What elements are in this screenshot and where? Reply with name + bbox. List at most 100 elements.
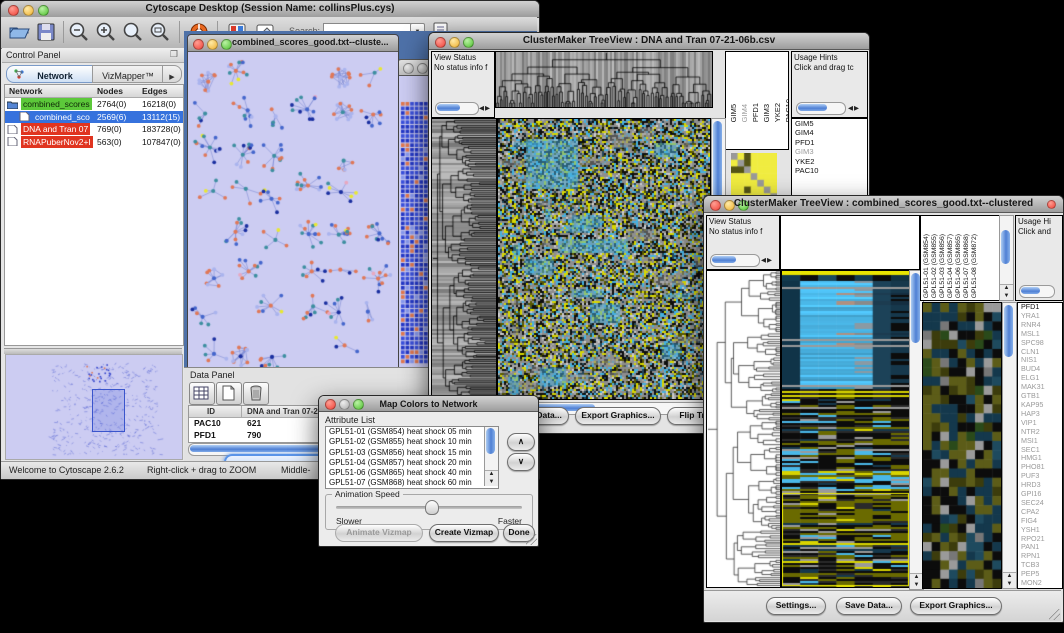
list-item[interactable]: GPL51-04 (GSM857) heat shock 20 min <box>326 458 498 468</box>
treeview2-title: ClusterMaker TreeView : combined_scores_… <box>718 198 1049 209</box>
create-vizmap-button[interactable]: Create Vizmap <box>429 524 499 542</box>
col-header-network[interactable]: Network <box>9 86 43 96</box>
network-graph-view[interactable] <box>188 52 396 367</box>
tv2-zoom-vscrollbar[interactable]: ▲▼ <box>1002 302 1017 589</box>
tv2-zoom-heatmap[interactable] <box>922 302 1002 589</box>
column-label[interactable]: PFD1 <box>751 103 760 122</box>
col-header-nodes[interactable]: Nodes <box>97 86 123 96</box>
treeview2-titlebar[interactable]: ClusterMaker TreeView : combined_scores_… <box>704 196 1063 213</box>
tv1-column-dendrogram[interactable] <box>495 51 713 108</box>
network-name[interactable]: RNAPuberNov2+I <box>21 136 93 148</box>
move-down-button[interactable]: ∨ <box>507 453 535 471</box>
network-table-row[interactable]: DNA and Tran 07769(0)183728(0) <box>5 123 183 136</box>
tv1-hints-scrollbar[interactable] <box>796 102 846 115</box>
column-label[interactable]: GPL51-04 (GSM857) <box>947 234 954 298</box>
netwin-zoom-button[interactable] <box>221 39 232 50</box>
save-icon[interactable] <box>34 20 58 44</box>
list-item[interactable]: PFD1 <box>792 138 867 147</box>
attribute-list[interactable]: GPL51-01 (GSM854) heat shock 05 minGPL51… <box>325 426 499 489</box>
speed-slider-thumb[interactable] <box>425 500 439 515</box>
tv1-column-labels: GIM5GIM4PFD1GIM3YKE2PAC10 <box>729 76 789 122</box>
main-titlebar[interactable]: Cytoscape Desktop (Session Name: collins… <box>1 1 539 18</box>
tab-overflow-arrow[interactable]: ▶ <box>162 65 182 83</box>
tv2-resize-grip[interactable] <box>1049 609 1060 620</box>
network-name[interactable]: combined_scores <box>21 98 92 110</box>
tv2-labels-scrollbar[interactable]: ▲▼ <box>999 215 1014 301</box>
zoom-selected-icon[interactable] <box>121 20 145 44</box>
list-item[interactable]: MON2 <box>1018 579 1062 588</box>
column-label[interactable]: GIM3 <box>762 104 771 122</box>
column-label[interactable]: GPL51-08 (GSM872) <box>971 234 978 298</box>
tv2-row-dendrogram[interactable] <box>706 270 781 588</box>
list-item[interactable]: GIM4 <box>792 128 867 137</box>
tv2-column-dendrogram[interactable] <box>780 215 920 270</box>
animate-vizmap-button[interactable]: Animate Vizmap <box>335 524 423 542</box>
tv2-view-status-panel: View Status No status info f ◀▶ <box>706 215 780 270</box>
tv2-heatmap[interactable] <box>781 270 910 588</box>
tv2-gene-list[interactable]: PFD1YRA1RNR4MSL1SPC98CLN1NIS1BUD4ELG1MAK… <box>1017 302 1063 589</box>
netwin-minimize-button[interactable] <box>207 39 218 50</box>
new-attribute-button[interactable] <box>216 382 242 405</box>
move-up-button[interactable]: ∧ <box>507 433 535 451</box>
attribute-list-scrollbar[interactable]: ▲▼ <box>484 427 498 486</box>
column-label[interactable]: GIM5 <box>729 104 738 122</box>
float-panel-icon[interactable]: ❐ <box>170 49 178 60</box>
list-item[interactable]: GPL51-06 (GSM865) heat shock 40 min <box>326 468 498 478</box>
open-file-icon[interactable] <box>7 20 31 44</box>
treeview1-titlebar[interactable]: ClusterMaker TreeView : DNA and Tran 07-… <box>429 33 869 50</box>
inactive-close-button[interactable] <box>403 63 414 74</box>
tv1-hints-scroll-arrows[interactable]: ◀▶ <box>848 104 860 112</box>
column-label[interactable]: GPL51-06 (GSM865) <box>955 234 962 298</box>
delete-attribute-button[interactable] <box>243 382 269 405</box>
dialog-resize-grip[interactable] <box>526 534 537 545</box>
network-table-row[interactable]: combined_scores2764(0)16218(0) <box>5 98 183 111</box>
tv1-row-dendrogram[interactable] <box>431 118 497 400</box>
datapanel-col-id[interactable]: ID <box>207 407 215 416</box>
col-header-edges[interactable]: Edges <box>142 86 168 96</box>
column-label[interactable]: YKE2 <box>773 103 782 122</box>
tv2-status-scrollbar[interactable] <box>710 254 760 267</box>
tab-vizmapper[interactable]: VizMapper™ <box>92 65 164 83</box>
network-table-row[interactable]: RNAPuberNov2+I563(0)107847(0) <box>5 136 183 149</box>
list-item[interactable]: GIM3 <box>792 147 867 156</box>
select-attributes-button[interactable] <box>189 382 215 405</box>
tv2-settings-button[interactable]: Settings... <box>766 597 826 615</box>
list-item[interactable]: PAC10 <box>792 166 867 175</box>
column-label[interactable]: PAC10 <box>784 99 789 122</box>
tv1-global-heatmap[interactable] <box>731 153 777 200</box>
network-name[interactable]: DNA and Tran 07 <box>21 123 90 135</box>
network-name[interactable]: combined_sco <box>33 111 92 123</box>
dialog-title: Map Colors to Network <box>333 399 524 409</box>
list-item[interactable]: GPL51-03 (GSM856) heat shock 15 min <box>326 448 498 458</box>
overview-viewport-rect[interactable] <box>92 389 125 432</box>
hidden-window-close-light[interactable] <box>1047 200 1056 209</box>
column-label[interactable]: GPL51-07 (GSM868) <box>963 234 970 298</box>
list-item[interactable]: GPL51-07 (GSM868) heat shock 60 min <box>326 478 498 488</box>
column-label[interactable]: GIM4 <box>740 104 749 122</box>
tv1-heatmap[interactable] <box>497 118 711 400</box>
tv2-status-scroll-arrows[interactable]: ◀▶ <box>761 256 773 264</box>
dialog-titlebar[interactable]: Map Colors to Network <box>319 396 538 412</box>
column-label[interactable]: GPL51-03 (GSM856) <box>939 234 946 298</box>
tv2-hints-scrollbar[interactable] <box>1019 285 1055 298</box>
tv2-export-graphics-button[interactable]: Export Graphics... <box>910 597 1002 615</box>
network-table-row[interactable]: combined_sco2569(6)13112(15) <box>5 111 183 124</box>
zoom-in-icon[interactable] <box>94 20 118 44</box>
tv1-status-scroll-arrows[interactable]: ◀▶ <box>479 104 491 112</box>
tab-network[interactable]: Network <box>6 65 94 83</box>
column-label[interactable]: GPL51-01 (GSM854) <box>923 234 930 298</box>
inactive-minimize-button[interactable] <box>417 63 428 74</box>
list-item[interactable]: YKE2 <box>792 157 867 166</box>
toolbar-separator <box>179 21 180 43</box>
animation-speed-label: Animation Speed <box>332 489 403 499</box>
list-item[interactable]: GPL51-02 (GSM855) heat shock 10 min <box>326 437 498 447</box>
zoom-fit-icon[interactable] <box>148 20 172 44</box>
tv1-status-scrollbar[interactable] <box>435 102 479 115</box>
list-item[interactable]: GPL51-01 (GSM854) heat shock 05 min <box>326 427 498 437</box>
column-label[interactable]: GPL51-02 (GSM855) <box>931 234 938 298</box>
tv1-button-export-graphics[interactable]: Export Graphics... <box>575 407 661 425</box>
netwin-close-button[interactable] <box>193 39 204 50</box>
zoom-out-icon[interactable] <box>67 20 91 44</box>
list-item[interactable]: GIM5 <box>792 119 867 128</box>
tv2-save-data-button[interactable]: Save Data... <box>836 597 902 615</box>
